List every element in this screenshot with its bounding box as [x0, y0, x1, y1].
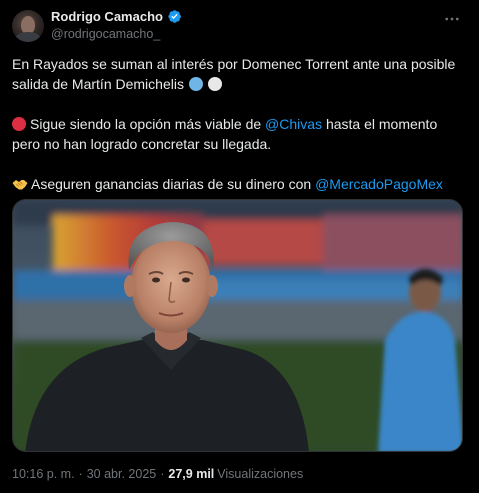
white-circle-emoji: [207, 77, 222, 91]
tweet-paragraph-1-text: En Rayados se suman al interés por Domen…: [12, 56, 456, 92]
handshake-emoji: [12, 180, 28, 190]
views-count: 27,9 mil: [168, 467, 215, 481]
views-label: Visualizaciones: [217, 467, 304, 481]
avatar-shirt: [15, 32, 41, 42]
author-display-name[interactable]: Rodrigo Camacho: [51, 9, 163, 24]
light-blue-circle-emoji: [188, 77, 203, 91]
meta-separator: ·: [160, 467, 165, 481]
tweet-paragraph-2-before: Sigue siendo la opción más viable de: [30, 116, 266, 132]
tweet-paragraph-1: En Rayados se suman al interés por Domen…: [12, 54, 464, 94]
avatar[interactable]: [12, 10, 44, 42]
tweet-media-photo[interactable]: [12, 199, 463, 452]
tweet-date[interactable]: 30 abr. 2025: [87, 467, 157, 481]
tweet-paragraph-2: Sigue siendo la opción más viable de @Ch…: [12, 114, 464, 154]
tweet-meta: 10:16 p. m. · 30 abr. 2025 · 27,9 mil Vi…: [12, 467, 303, 481]
author-name-row: Rodrigo Camacho: [51, 9, 182, 24]
mention-chivas-link[interactable]: @Chivas: [265, 116, 322, 132]
verified-badge-icon: [168, 10, 181, 23]
more-options-icon: [445, 17, 459, 21]
tweet-paragraph-3: Aseguren ganancias diarias de su dinero …: [12, 174, 464, 194]
tweet-card: Rodrigo Camacho @rodrigocamacho_ En Raya…: [0, 0, 479, 493]
tweet-paragraph-3-before: Aseguren ganancias diarias de su dinero …: [31, 176, 316, 192]
mention-mercadopagomex-link[interactable]: @MercadoPagoMex: [315, 176, 443, 192]
tweet-time[interactable]: 10:16 p. m.: [12, 467, 75, 481]
tweet-text: En Rayados se suman al interés por Domen…: [12, 54, 464, 194]
author-handle[interactable]: @rodrigocamacho_: [51, 27, 160, 41]
more-options-button[interactable]: [441, 8, 463, 30]
photo-illustration: [13, 200, 462, 451]
meta-separator: ·: [78, 467, 83, 481]
red-circle-emoji: [12, 117, 26, 131]
